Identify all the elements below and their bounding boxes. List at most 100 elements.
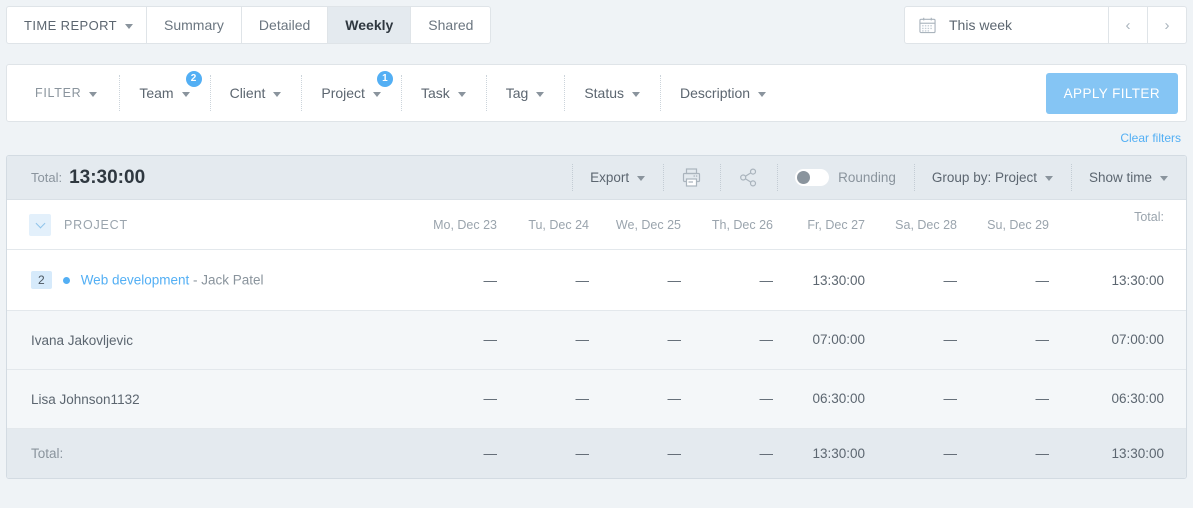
row-cell-day-3: — bbox=[681, 369, 773, 429]
row-cell-day-0: — bbox=[407, 249, 497, 311]
tab-summary-label: Summary bbox=[164, 17, 224, 33]
filter-bar: FILTER Team 2 Client Project 1 Task Tag … bbox=[6, 64, 1187, 122]
row-cell-day-5: — bbox=[865, 369, 957, 429]
chevron-down-icon bbox=[536, 91, 545, 97]
export-label: Export bbox=[590, 170, 630, 185]
calendar-icon bbox=[919, 17, 936, 33]
row-cell-day-4: 07:00:00 bbox=[773, 310, 865, 370]
project-link[interactable]: Web development bbox=[81, 273, 190, 288]
row-cell-day-5: — bbox=[865, 310, 957, 370]
header-day-1: Tu, Dec 24 bbox=[497, 200, 589, 250]
filter-tag-label: Tag bbox=[505, 85, 529, 101]
grand-total: Total: 13:30:00 bbox=[7, 156, 572, 199]
filter-tag[interactable]: Tag bbox=[485, 65, 565, 121]
table-body: 2 Web development - Jack Patel — — — — 13… bbox=[7, 249, 1186, 429]
prev-period-button[interactable]: ‹ bbox=[1109, 6, 1148, 44]
header-day-4: Fr, Dec 27 bbox=[773, 200, 865, 250]
footer-cell-day-0: — bbox=[407, 427, 497, 478]
table-row[interactable]: 2 Web development - Jack Patel — — — — 13… bbox=[7, 249, 1186, 311]
member-name: Lisa Johnson1132 bbox=[31, 391, 140, 407]
filter-client[interactable]: Client bbox=[209, 65, 302, 121]
chevron-down-icon bbox=[637, 176, 646, 181]
tab-shared[interactable]: Shared bbox=[410, 6, 492, 44]
top-bar: TIME REPORT Summary Detailed Weekly Shar… bbox=[0, 0, 1193, 50]
filter-task-label: Task bbox=[420, 85, 450, 101]
row-cell-day-3: — bbox=[681, 310, 773, 370]
row-cell-day-1: — bbox=[497, 369, 589, 429]
project-owner: - Jack Patel bbox=[189, 272, 264, 288]
chevron-down-icon bbox=[457, 91, 466, 97]
rounding-label: Rounding bbox=[838, 170, 896, 185]
footer-label: Total: bbox=[7, 427, 407, 478]
member-name: Ivana Jakovljevic bbox=[31, 332, 134, 348]
header-day-5: Sa, Dec 28 bbox=[865, 200, 957, 250]
show-time-dropdown[interactable]: Show time bbox=[1070, 156, 1186, 199]
tab-time-report[interactable]: TIME REPORT bbox=[6, 6, 147, 44]
chevron-down-icon bbox=[273, 91, 282, 97]
row-total: 06:30:00 bbox=[1049, 369, 1186, 429]
group-by-label: Group by: Project bbox=[931, 170, 1037, 185]
filter-description-label: Description bbox=[680, 85, 751, 101]
footer-cell-day-2: — bbox=[589, 427, 681, 478]
show-time-label: Show time bbox=[1088, 170, 1152, 185]
expand-all-button[interactable] bbox=[29, 214, 51, 236]
clear-filters-link[interactable]: Clear filters bbox=[1120, 131, 1181, 145]
tab-detailed[interactable]: Detailed bbox=[240, 6, 328, 44]
chevron-down-icon bbox=[1160, 176, 1168, 181]
filter-project-label: Project bbox=[321, 85, 365, 101]
next-period-button[interactable]: › bbox=[1148, 6, 1187, 44]
filter-team[interactable]: Team 2 bbox=[119, 65, 209, 121]
chevron-down-icon bbox=[181, 91, 190, 97]
tab-summary[interactable]: Summary bbox=[146, 6, 241, 44]
group-by-dropdown[interactable]: Group by: Project bbox=[913, 156, 1071, 199]
tab-weekly-label: Weekly bbox=[345, 17, 394, 33]
date-range-picker: This week ‹ › bbox=[904, 6, 1187, 44]
row-project-cell: Ivana Jakovljevic bbox=[7, 310, 407, 370]
row-cell-day-5: — bbox=[865, 249, 957, 311]
entry-count-badge: 2 bbox=[31, 271, 52, 289]
printer-icon bbox=[683, 168, 701, 187]
chevron-down-icon bbox=[372, 91, 381, 97]
tab-shared-label: Shared bbox=[428, 17, 474, 33]
row-cell-day-3: — bbox=[681, 249, 773, 311]
report-tab-group: TIME REPORT Summary Detailed Weekly Shar… bbox=[6, 6, 492, 44]
row-cell-day-1: — bbox=[497, 310, 589, 370]
print-button[interactable] bbox=[663, 156, 720, 199]
footer-cell-day-1: — bbox=[497, 427, 589, 478]
rounding-toggle[interactable]: Rounding bbox=[777, 156, 914, 199]
row-cell-day-2: — bbox=[589, 310, 681, 370]
filter-task[interactable]: Task bbox=[400, 65, 486, 121]
table-row[interactable]: Lisa Johnson1132 — — — — 06:30:00 — — 06… bbox=[7, 369, 1186, 429]
chevron-down-icon bbox=[125, 23, 134, 29]
footer-cell-day-3: — bbox=[681, 427, 773, 478]
filter-team-label: Team bbox=[139, 85, 174, 101]
header-day-3: Th, Dec 26 bbox=[681, 200, 773, 250]
chevron-left-icon: ‹ bbox=[1125, 16, 1131, 34]
row-cell-day-2: — bbox=[589, 369, 681, 429]
grand-total-value: 13:30:00 bbox=[69, 166, 146, 188]
clear-filters-row: Clear filters bbox=[0, 122, 1193, 147]
header-day-0: Mo, Dec 23 bbox=[407, 200, 497, 250]
row-total: 13:30:00 bbox=[1049, 249, 1186, 311]
date-range-button[interactable]: This week bbox=[904, 6, 1109, 44]
row-cell-day-0: — bbox=[407, 369, 497, 429]
filter-description[interactable]: Description bbox=[660, 65, 786, 121]
apply-filter-button[interactable]: APPLY FILTER bbox=[1045, 73, 1178, 114]
filter-menu-button[interactable]: FILTER bbox=[7, 65, 119, 121]
grand-total-label: Total: bbox=[31, 170, 63, 185]
table-row[interactable]: Ivana Jakovljevic — — — — 07:00:00 — — 0… bbox=[7, 310, 1186, 370]
share-button[interactable] bbox=[720, 156, 777, 199]
row-cell-day-4: 13:30:00 bbox=[773, 249, 865, 311]
row-cell-day-4: 06:30:00 bbox=[773, 369, 865, 429]
header-day-6: Su, Dec 29 bbox=[957, 200, 1049, 250]
tab-weekly[interactable]: Weekly bbox=[327, 6, 411, 44]
filter-project-badge: 1 bbox=[376, 71, 393, 87]
tab-detailed-label: Detailed bbox=[258, 17, 311, 33]
filter-status[interactable]: Status bbox=[564, 65, 660, 121]
row-cell-day-6: — bbox=[957, 249, 1049, 311]
table-footer-row: Total: — — — — 13:30:00 — — 13:30:00 bbox=[7, 427, 1186, 478]
toggle-switch-off[interactable] bbox=[795, 169, 830, 186]
filter-project[interactable]: Project 1 bbox=[301, 65, 401, 121]
export-button[interactable]: Export bbox=[572, 156, 663, 199]
filter-team-badge: 2 bbox=[185, 71, 202, 87]
